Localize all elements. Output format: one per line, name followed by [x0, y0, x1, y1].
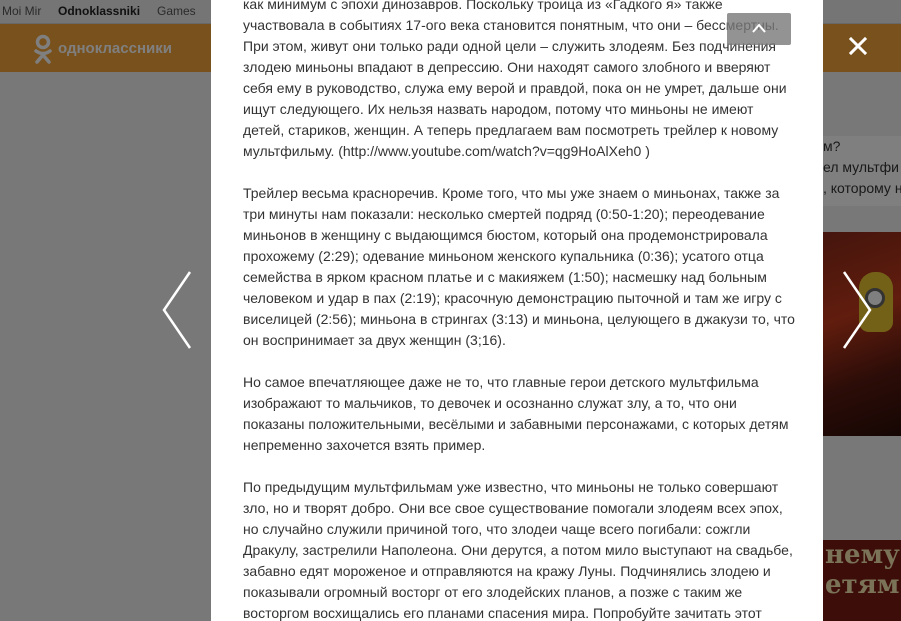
scroll-to-top-button[interactable]: [727, 13, 791, 45]
close-icon[interactable]: [846, 34, 870, 58]
article-paragraph: По предыдущим мультфильмам уже известно,…: [243, 479, 793, 621]
article-modal: как минимум с эпохи динозавров. Поскольк…: [211, 0, 823, 621]
chevron-left-icon[interactable]: [158, 268, 194, 352]
article-paragraph: Но самое впечатляющее даже не то, что гл…: [243, 374, 789, 453]
article-body: как минимум с эпохи динозавров. Поскольк…: [243, 0, 795, 621]
article-paragraph: как минимум с эпохи динозавров. Поскольк…: [243, 0, 787, 159]
chevron-up-icon: [752, 23, 766, 33]
article-paragraph: Трейлер весьма красноречив. Кроме того, …: [243, 185, 795, 348]
chevron-right-icon[interactable]: [840, 268, 876, 352]
